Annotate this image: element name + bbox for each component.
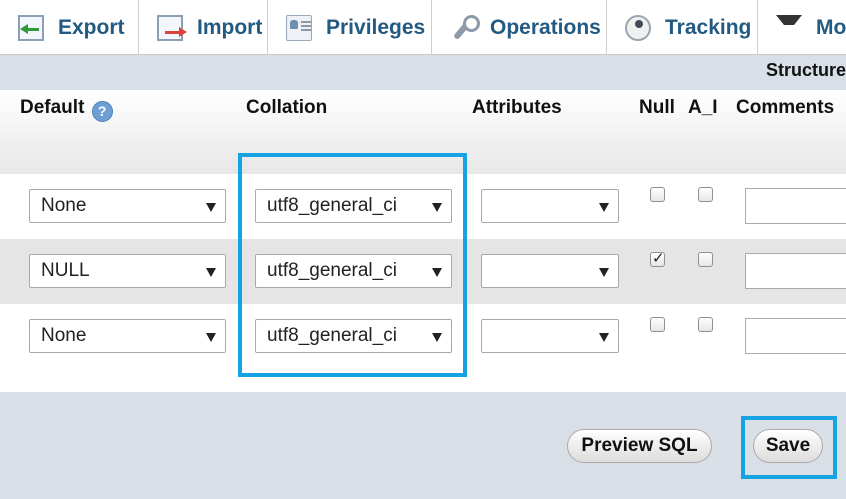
column-header-default-label: Default	[20, 97, 85, 118]
wrench-icon	[450, 14, 480, 41]
column-header-ai: A_I	[688, 97, 718, 118]
tab-import[interactable]: Import	[139, 0, 268, 55]
collation-highlight-box	[238, 153, 467, 377]
dropdown-arrow-icon	[599, 333, 609, 342]
section-label-structure: Structure	[766, 60, 846, 80]
dropdown-arrow-icon	[599, 203, 609, 212]
tab-more[interactable]: More	[758, 0, 846, 55]
tab-export[interactable]: Export	[0, 0, 139, 55]
top-tab-bar: Export Import Privileges Operations Trac…	[0, 0, 846, 55]
null-checkbox[interactable]	[650, 317, 665, 332]
attributes-select[interactable]	[481, 189, 619, 223]
tab-tracking[interactable]: Tracking	[607, 0, 758, 55]
eye-icon	[625, 14, 651, 41]
default-select-value: NULL	[41, 260, 90, 281]
comments-input[interactable]	[745, 253, 846, 289]
column-header-null: Null	[639, 97, 675, 118]
export-icon	[18, 14, 44, 41]
attributes-select[interactable]	[481, 254, 619, 288]
tab-import-label: Import	[197, 15, 263, 39]
tab-operations-label: Operations	[490, 15, 601, 39]
default-select[interactable]: None	[29, 189, 226, 223]
column-header-attributes: Attributes	[472, 97, 562, 118]
tab-privileges[interactable]: Privileges	[268, 0, 432, 55]
tab-tracking-label: Tracking	[665, 15, 752, 39]
column-header-default: Default ?	[20, 97, 113, 122]
caret-down-icon	[776, 14, 802, 41]
ai-checkbox[interactable]	[698, 187, 713, 202]
help-icon[interactable]: ?	[91, 101, 113, 122]
null-checkbox[interactable]	[650, 249, 665, 267]
dropdown-arrow-icon	[206, 333, 216, 342]
default-select-value: None	[41, 195, 87, 216]
null-checkbox[interactable]	[650, 187, 665, 202]
default-select[interactable]: None	[29, 319, 226, 353]
tab-more-label: More	[816, 15, 846, 39]
attributes-select[interactable]	[481, 319, 619, 353]
tab-privileges-label: Privileges	[326, 15, 426, 39]
tab-export-label: Export	[58, 15, 125, 39]
tab-operations[interactable]: Operations	[432, 0, 607, 55]
save-highlight-box	[741, 416, 837, 479]
column-header-comments: Comments	[736, 97, 835, 118]
comments-input[interactable]	[745, 188, 846, 224]
comments-input[interactable]	[745, 318, 846, 354]
import-icon	[157, 14, 187, 41]
default-select[interactable]: NULL	[29, 254, 226, 288]
column-header-collation: Collation	[246, 97, 328, 118]
ai-checkbox[interactable]	[698, 317, 713, 332]
dropdown-arrow-icon	[599, 268, 609, 277]
privileges-icon	[286, 14, 312, 41]
default-select-value: None	[41, 325, 87, 346]
dropdown-arrow-icon	[206, 203, 216, 212]
preview-sql-button[interactable]: Preview SQL	[567, 429, 712, 463]
ai-checkbox[interactable]	[698, 252, 713, 267]
dropdown-arrow-icon	[206, 268, 216, 277]
